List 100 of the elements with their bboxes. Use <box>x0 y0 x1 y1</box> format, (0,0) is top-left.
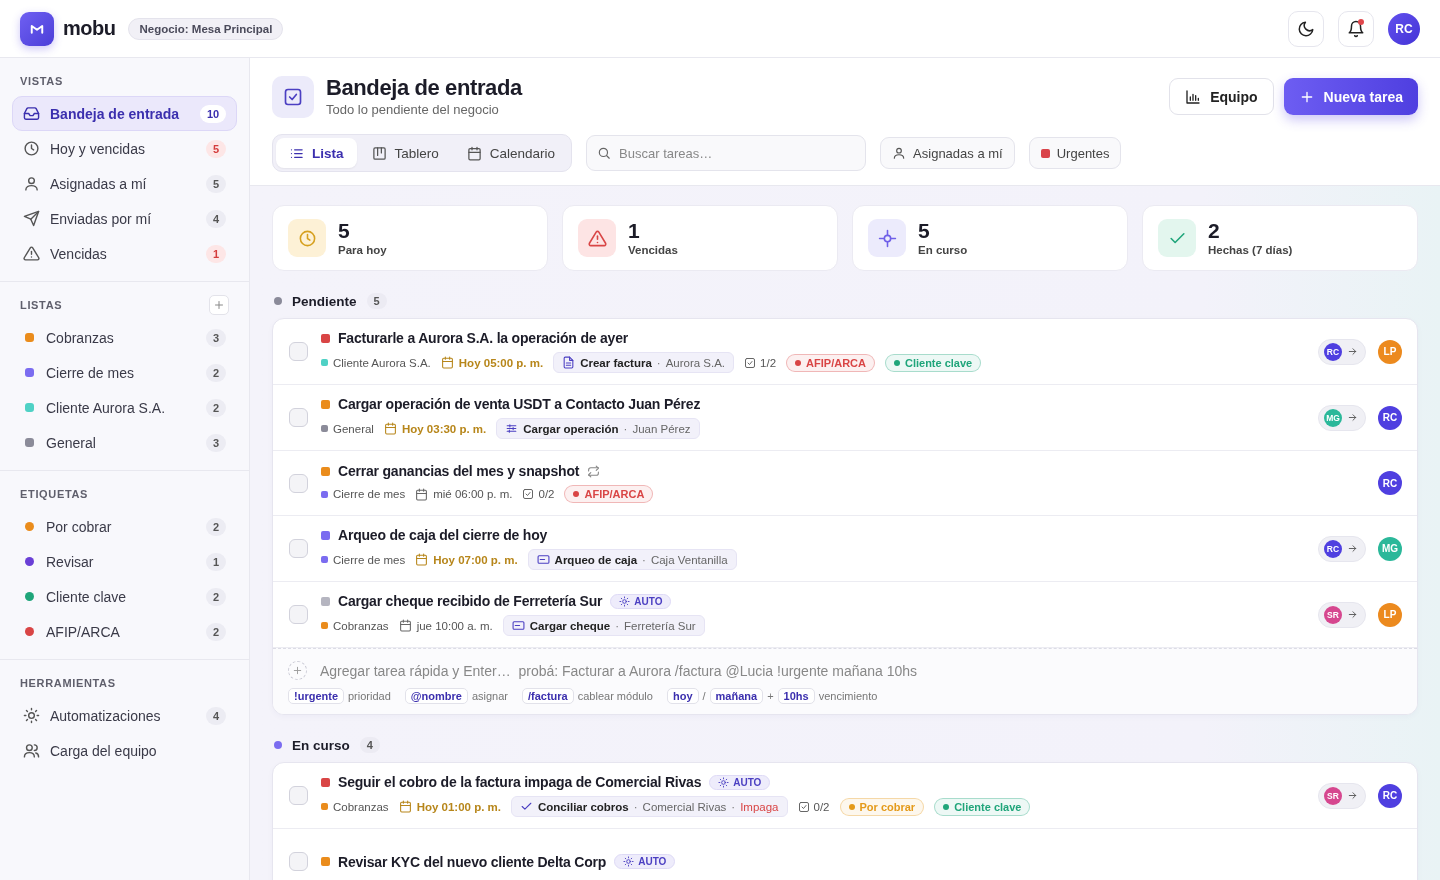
avatar: LP <box>1378 602 1402 627</box>
module-chip[interactable]: Crear factura · Aurora S.A. <box>553 352 735 373</box>
cal-icon <box>415 487 429 501</box>
count-badge: 2 <box>206 517 226 536</box>
task-checkbox[interactable] <box>289 473 308 493</box>
hint-text: asignar <box>471 690 508 702</box>
tag-chip: Por cobrar <box>839 797 925 816</box>
users-icon <box>23 742 40 759</box>
theme-toggle-button[interactable] <box>1288 10 1324 47</box>
arrow-icon <box>1347 543 1358 554</box>
task-title: Cargar cheque recibido de Ferretería Sur <box>338 593 603 609</box>
cal-icon <box>440 356 454 369</box>
sun-icon <box>718 776 730 788</box>
sidebar-item[interactable]: Asignadas a mí 5 <box>12 166 237 201</box>
team-button[interactable]: Equipo <box>1169 78 1274 115</box>
arrow-icon <box>1347 412 1358 423</box>
stat-value: 5 <box>338 220 351 242</box>
sidebar-item[interactable]: General 3 <box>12 425 237 460</box>
module-chip[interactable]: Conciliar cobros · Comercial Rivas · Impaga <box>511 796 788 817</box>
quick-add-field[interactable]: Agregar tarea rápida y Enter… probá: Facturar a Aurora /factura @Lucia !urgente mañana 10hs <box>320 662 1402 679</box>
auto-badge: AUTO <box>709 774 771 790</box>
moon-icon <box>1297 19 1315 38</box>
section-title: VISTAS <box>20 75 63 87</box>
count-badge: 5 <box>366 293 387 309</box>
view-tab[interactable]: Calendario <box>453 138 569 168</box>
urgent-icon <box>1040 148 1050 158</box>
cal-icon <box>383 422 397 435</box>
sidebar-item[interactable]: Bandeja de entrada 10 <box>12 96 237 131</box>
arrow-icon <box>1347 790 1358 801</box>
page-title: Bandeja de entrada <box>326 75 522 101</box>
task-title: Arqueo de caja del cierre de hoy <box>338 527 548 543</box>
sidebar-item[interactable]: Revisar 1 <box>12 544 237 579</box>
count-badge: 3 <box>206 328 226 347</box>
due-date: Hoy 01:00 p. m. <box>398 800 501 813</box>
module-chip[interactable]: Arqueo de caja · Caja Ventanilla <box>527 549 737 570</box>
unread-dot <box>1358 18 1364 25</box>
sun-icon <box>623 856 635 867</box>
avatar: RC <box>1378 471 1402 495</box>
list-name: Cliente Aurora S.A. <box>333 356 431 369</box>
task-checkbox[interactable] <box>289 539 308 558</box>
count-badge: 4 <box>206 706 226 725</box>
count-badge: 2 <box>206 363 226 382</box>
sidebar-item[interactable]: Carga del equipo <box>12 733 237 768</box>
count-badge: 5 <box>206 174 226 193</box>
hint-text: prioridad <box>348 690 391 702</box>
cal-icon <box>466 145 482 161</box>
view-tab[interactable]: Tablero <box>358 138 452 168</box>
add-list-button[interactable] <box>209 295 229 315</box>
tag-chip: Cliente clave <box>884 353 982 372</box>
filter-button[interactable]: Asignadas a mí <box>880 137 1015 169</box>
task-checkbox[interactable] <box>289 605 308 624</box>
auto-badge: AUTO <box>614 854 676 869</box>
sidebar-item[interactable]: Vencidas 1 <box>12 236 237 271</box>
sun-icon <box>23 707 40 724</box>
stat-value: 2 <box>1208 220 1221 242</box>
stat-icon <box>868 219 906 257</box>
task-title: Cerrar ganancias del mes y snapshot <box>338 463 580 479</box>
task-title: Facturarle a Aurora S.A. la operación de ayer <box>338 330 629 346</box>
task-title: Cargar operación de venta USDT a Contacto Juan Pérez <box>338 396 701 412</box>
syntax-token: mañana <box>709 688 764 704</box>
task-checkbox[interactable] <box>289 852 308 871</box>
sidebar-item[interactable]: Automatizaciones 4 <box>12 698 237 733</box>
user-avatar[interactable]: RC <box>1388 12 1420 45</box>
business-badge: Negocio: Mesa Principal <box>128 17 284 40</box>
sidebar-item[interactable]: Enviadas por mí 4 <box>12 201 237 236</box>
task-checkbox[interactable] <box>289 786 308 805</box>
page-icon <box>272 76 314 118</box>
sidebar-item[interactable]: Cierre de mes 2 <box>12 355 237 390</box>
user-icon <box>23 175 40 192</box>
tag-chip: AFIP/ARCA <box>786 353 875 372</box>
task-checkbox[interactable] <box>289 342 308 361</box>
search-field[interactable]: Buscar tareas… <box>586 135 867 171</box>
card-icon <box>536 553 550 566</box>
module-chip[interactable]: Cargar operación · Juan Pérez <box>496 418 700 439</box>
board-icon <box>371 145 387 161</box>
avatar: MG <box>1378 536 1402 561</box>
checklist-icon <box>522 488 535 500</box>
clock-icon <box>23 140 40 157</box>
view-tab[interactable]: Lista <box>276 138 357 168</box>
notifications-button[interactable] <box>1338 10 1374 47</box>
task-checkbox[interactable] <box>289 408 308 427</box>
user-icon <box>892 146 907 160</box>
new-task-button[interactable]: Nueva tarea <box>1283 78 1418 115</box>
tag-chip: AFIP/ARCA <box>564 485 654 503</box>
sidebar-item[interactable]: Cliente clave 2 <box>12 579 237 614</box>
sidebar-item[interactable]: Cobranzas 3 <box>12 320 237 355</box>
module-chip[interactable]: Cargar cheque · Ferretería Sur <box>502 615 705 636</box>
arrow-icon <box>1347 346 1358 357</box>
sidebar-item[interactable]: Hoy y vencidas 5 <box>12 131 237 166</box>
avatar: MG <box>1324 408 1342 427</box>
sidebar-item[interactable]: AFIP/ARCA 2 <box>12 614 237 649</box>
due-date: Hoy 03:30 p. m. <box>383 422 487 435</box>
count-badge: 4 <box>359 737 380 753</box>
arrow-icon <box>1347 609 1358 620</box>
sidebar-item[interactable]: Cliente Aurora S.A. 2 <box>12 390 237 425</box>
filter-button[interactable]: Urgentes <box>1028 137 1122 169</box>
sidebar-item[interactable]: Por cobrar 2 <box>12 509 237 544</box>
syntax-token: @nombre <box>404 688 468 704</box>
hint-separator: / <box>702 690 706 702</box>
bell-icon <box>1347 19 1365 38</box>
